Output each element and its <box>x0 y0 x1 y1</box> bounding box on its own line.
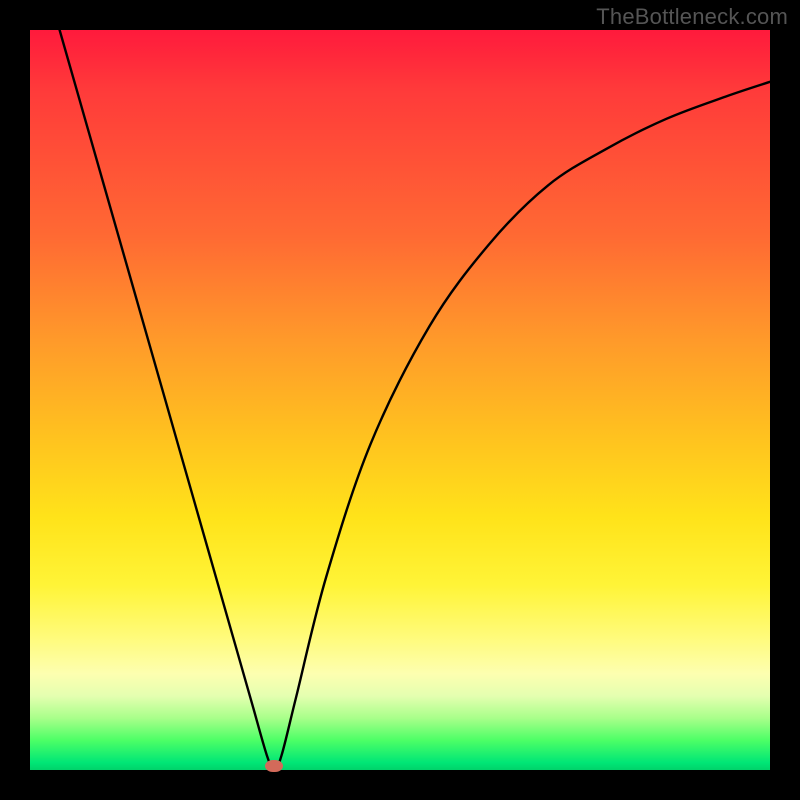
watermark-text: TheBottleneck.com <box>596 4 788 30</box>
bottleneck-curve <box>30 30 770 770</box>
minimum-marker <box>265 760 283 772</box>
chart-frame: TheBottleneck.com <box>0 0 800 800</box>
curve-path <box>60 30 770 770</box>
plot-area <box>30 30 770 770</box>
